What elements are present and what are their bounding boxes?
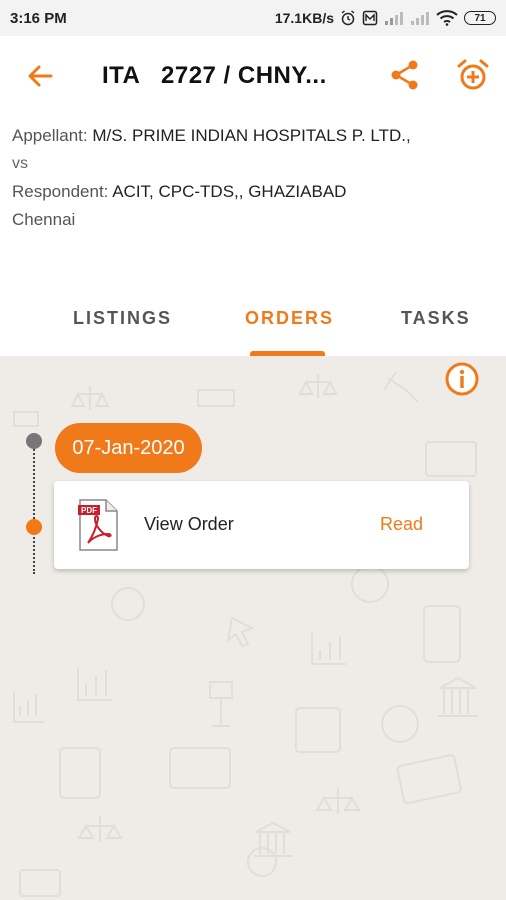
respondent-label: Respondent: xyxy=(12,182,109,201)
read-button[interactable]: Read xyxy=(380,514,423,535)
share-icon[interactable] xyxy=(388,58,422,92)
case-title: ITA 2727 / CHNY... xyxy=(102,62,327,89)
alarm-icon xyxy=(341,10,355,26)
timeline-dot-order xyxy=(26,519,42,535)
back-arrow-icon[interactable] xyxy=(24,60,56,92)
network-speed: 17.1KB/s xyxy=(274,10,334,26)
tab-tasks[interactable]: TASKS xyxy=(401,308,471,329)
status-time: 3:16 PM xyxy=(10,9,67,27)
alarm-add-icon[interactable] xyxy=(456,58,490,92)
orders-panel: 07-Jan-2020 PDF View Order Read xyxy=(0,356,506,900)
bench-city: Chennai xyxy=(12,210,76,229)
tab-orders[interactable]: ORDERS xyxy=(245,308,334,329)
signal-icon xyxy=(411,12,429,25)
respondent-value: ACIT, CPC-TDS,, GHAZIABAD xyxy=(112,182,347,201)
order-card[interactable]: PDF View Order Read xyxy=(54,481,469,569)
timeline-dot-date xyxy=(26,433,42,449)
battery-icon: 71 xyxy=(464,11,496,25)
order-date-badge: 07-Jan-2020 xyxy=(55,423,202,473)
pdf-icon: PDF xyxy=(78,499,118,551)
versus-text: vs xyxy=(12,155,28,172)
data-saver-icon xyxy=(362,10,378,26)
tab-bar: LISTINGS ORDERS TASKS xyxy=(0,290,506,356)
appellant-value: M/S. PRIME INDIAN HOSPITALS P. LTD., xyxy=(92,126,411,145)
status-bar: 3:16 PM 17.1KB/s 71 xyxy=(0,0,506,36)
case-parties: Appellant: M/S. PRIME INDIAN HOSPITALS P… xyxy=(12,122,492,234)
timeline-line xyxy=(33,442,35,574)
appellant-label: Appellant: xyxy=(12,126,88,145)
respondent-row: Respondent: ACIT, CPC-TDS,, GHAZIABAD xyxy=(12,178,492,206)
wifi-icon xyxy=(436,10,458,26)
app-bar: ITA 2727 / CHNY... xyxy=(0,36,506,116)
tab-listings[interactable]: LISTINGS xyxy=(73,308,172,329)
signal-icon xyxy=(385,12,403,25)
pdf-icon-label: PDF xyxy=(81,506,97,515)
info-icon[interactable] xyxy=(444,361,480,397)
appellant-row: Appellant: M/S. PRIME INDIAN HOSPITALS P… xyxy=(12,122,492,150)
status-indicators: 17.1KB/s 71 xyxy=(275,10,496,26)
view-order-label: View Order xyxy=(144,514,234,534)
